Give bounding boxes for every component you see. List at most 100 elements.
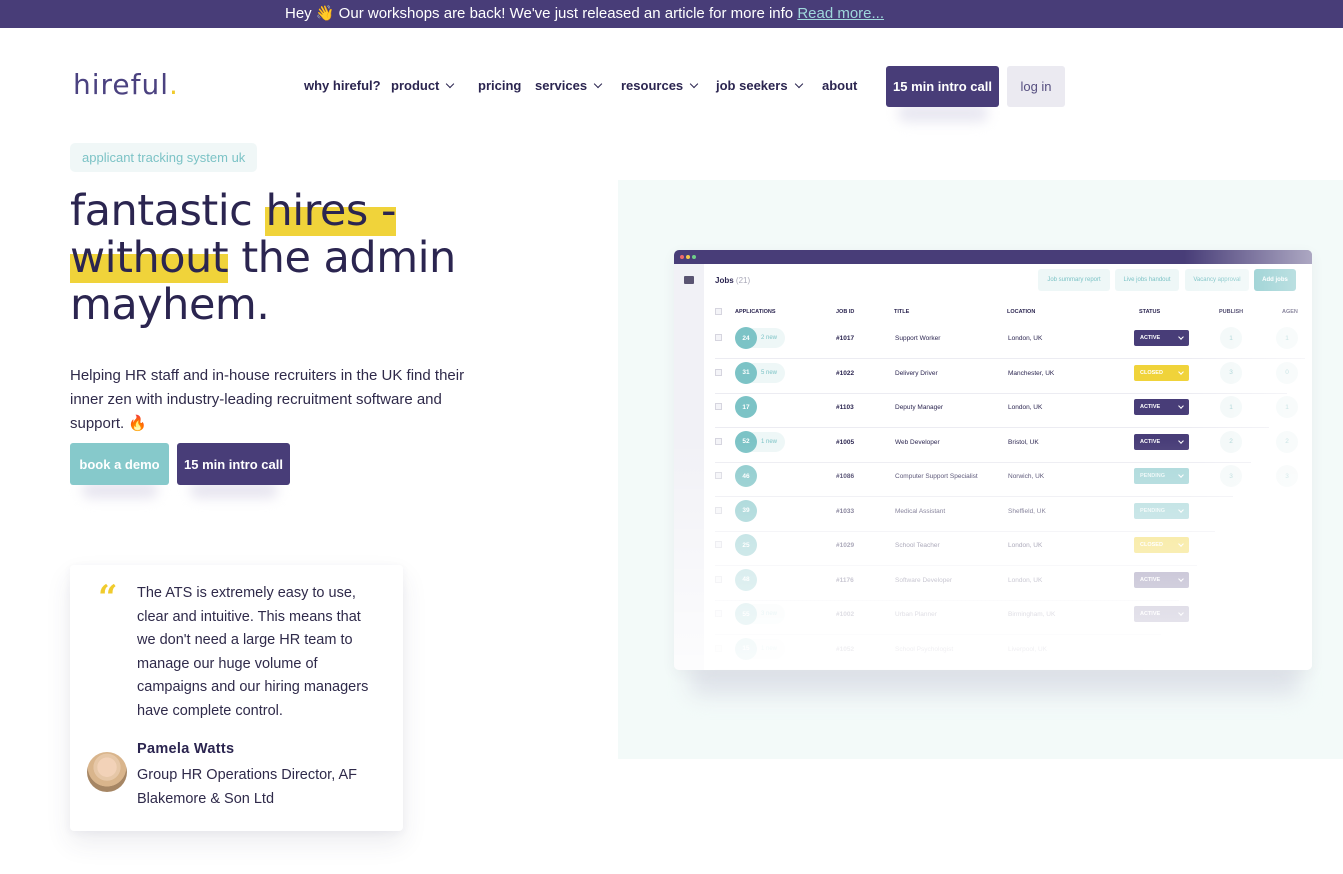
status-dropdown[interactable]: PENDING	[1134, 468, 1189, 484]
job-location: London, UK	[1008, 576, 1043, 584]
column-header: STATUS	[1139, 309, 1161, 315]
column-header: LOCATION	[1007, 309, 1036, 315]
status-dropdown[interactable]: CLOSED	[1134, 537, 1189, 553]
job-title[interactable]: School Teacher	[895, 542, 940, 549]
applications-count[interactable]: 31	[735, 361, 757, 384]
applications-count[interactable]: 48	[735, 568, 757, 591]
agency-count: 0	[1276, 361, 1298, 384]
table-row[interactable]: 5 new 31 #1022 Delivery Driver Manchester, U…	[715, 360, 1305, 394]
announcement-read-more-link[interactable]: Read more...	[797, 5, 884, 22]
logo-dot: .	[169, 68, 179, 101]
job-id: #1052	[836, 645, 855, 653]
intro-call-button[interactable]: 15 min intro call	[177, 443, 290, 485]
status-dropdown[interactable]: ACTIVE	[1134, 330, 1189, 346]
hireful-logo[interactable]: hireful.	[73, 68, 179, 101]
row-checkbox[interactable]	[715, 610, 722, 617]
row-checkbox[interactable]	[715, 403, 722, 410]
nav-label: job seekers	[716, 78, 788, 93]
job-summary-report-button[interactable]: Job summary report	[1038, 269, 1110, 291]
job-location: London, UK	[1008, 404, 1043, 411]
nav-about[interactable]: about	[822, 78, 857, 93]
table-row[interactable]: 39 #1033 Medical Assistant Sheffield, UK PEN…	[715, 498, 1305, 532]
applications-count[interactable]: 15	[735, 637, 757, 660]
job-title[interactable]: Computer Support Specialist	[895, 473, 978, 480]
chevron-down-icon	[446, 79, 455, 89]
job-location: Manchester, UK	[1008, 369, 1055, 377]
status-dropdown[interactable]: ACTIVE	[1134, 433, 1189, 450]
row-checkbox[interactable]	[715, 472, 722, 479]
table-row[interactable]: 1 new 52 #1005 Web Developer Bristol, UK ACTI…	[715, 429, 1305, 463]
nav-label: about	[822, 78, 858, 93]
headline-highlight: without	[70, 233, 229, 283]
hero-subtext: Helping HR staff and in-house recruiters…	[70, 367, 465, 432]
table-row[interactable]: 2 new 24 #1017 Support Worker London, UK ACTI…	[715, 325, 1305, 359]
row-checkbox[interactable]	[715, 575, 722, 583]
row-checkbox[interactable]	[715, 368, 722, 376]
status-dropdown[interactable]: ACTIVE	[1134, 571, 1189, 588]
agency-count: 1	[1276, 327, 1298, 349]
vacancy-approval-button[interactable]: Vacancy approval	[1185, 269, 1249, 291]
window-close-dot	[680, 255, 684, 259]
applications-count[interactable]: 55	[735, 603, 757, 625]
row-checkbox[interactable]	[715, 437, 722, 445]
live-jobs-handout-button[interactable]: Live jobs handout	[1115, 269, 1179, 291]
job-title[interactable]: Software Developer	[895, 577, 952, 584]
applications-count[interactable]: 17	[735, 396, 757, 418]
job-title[interactable]: Delivery Driver	[895, 370, 938, 377]
row-checkbox[interactable]	[715, 334, 722, 341]
job-id: #1103	[836, 404, 854, 411]
table-row[interactable]: 46 #1086 Computer Support Specialist Norwic…	[715, 463, 1305, 497]
job-title[interactable]: Medical Assistant	[895, 508, 945, 515]
job-id: #1086	[836, 473, 855, 480]
job-id: #1017	[836, 335, 855, 342]
agency-count: 3	[1276, 465, 1298, 487]
table-row[interactable]: 3 new 55 #1002 Urban Planner Birmingham, UK A…	[715, 601, 1305, 635]
window-maximize-dot	[692, 255, 696, 259]
job-title[interactable]: Support Worker	[895, 335, 940, 342]
job-location: Liverpool, UK	[1008, 645, 1048, 653]
applications-count[interactable]: 25	[735, 534, 757, 556]
applications-count[interactable]: 46	[735, 465, 757, 487]
table-row[interactable]: 48 #1176 Software Developer London, UK ACTIV…	[715, 567, 1305, 601]
nav-resources[interactable]: resources	[621, 78, 699, 93]
applications-count[interactable]: 52	[735, 430, 757, 453]
nav-services[interactable]: services	[535, 78, 603, 93]
table-row[interactable]: 1 new 15 #1052 School Psychologist Liverpool…	[715, 636, 1305, 670]
nav-product[interactable]: product	[391, 78, 455, 93]
nav-label: services	[535, 78, 588, 93]
job-title[interactable]: Deputy Manager	[895, 404, 943, 411]
login-button[interactable]: log in	[1007, 66, 1065, 107]
select-all-checkbox[interactable]	[715, 308, 722, 315]
publish-count: 1	[1220, 396, 1242, 418]
applications-count[interactable]: 24	[735, 327, 757, 349]
table-row[interactable]: 17 #1103 Deputy Manager London, UK ACTIVE 1 1	[715, 394, 1305, 428]
jobs-title: Jobs (21)	[715, 276, 750, 285]
briefcase-icon	[684, 276, 694, 284]
job-title[interactable]: Web Developer	[895, 439, 940, 446]
status-dropdown[interactable]: ACTIVE	[1134, 606, 1189, 622]
intro-call-header-button[interactable]: 15 min intro call	[886, 66, 999, 107]
status-dropdown[interactable]: ACTIVE	[1134, 399, 1189, 415]
job-title[interactable]: Urban Planner	[895, 611, 937, 618]
chevron-down-icon	[794, 79, 803, 89]
publish-count: 3	[1220, 361, 1242, 384]
job-title[interactable]: School Psychologist	[895, 646, 953, 653]
nav-job-seekers[interactable]: job seekers	[716, 78, 803, 93]
status-dropdown[interactable]: PENDING	[1134, 502, 1189, 519]
applications-count[interactable]: 39	[735, 499, 757, 522]
add-jobs-button[interactable]: Add jobs	[1254, 269, 1296, 291]
chevron-down-icon	[593, 79, 603, 89]
book-demo-button[interactable]: book a demo	[70, 443, 169, 485]
job-location: Bristol, UK	[1008, 438, 1039, 446]
row-checkbox[interactable]	[715, 541, 722, 548]
ats-app-mockup: Jobs (21) Job summary report Live jobs h…	[674, 250, 1312, 670]
testimonial-card: “ The ATS is extremely easy to use, clea…	[70, 565, 403, 831]
row-checkbox[interactable]	[715, 644, 722, 652]
row-checkbox[interactable]	[715, 506, 722, 514]
nav-pricing[interactable]: pricing	[478, 78, 521, 93]
status-dropdown[interactable]: CLOSED	[1134, 364, 1189, 381]
nav-why-hireful[interactable]: why hireful?	[304, 78, 381, 93]
headline-text: the admin	[228, 233, 456, 283]
announcement-bar: Hey 👋 Our workshops are back! We've just…	[0, 0, 1343, 28]
table-row[interactable]: 25 #1029 School Teacher London, UK CLOSED	[715, 532, 1305, 566]
